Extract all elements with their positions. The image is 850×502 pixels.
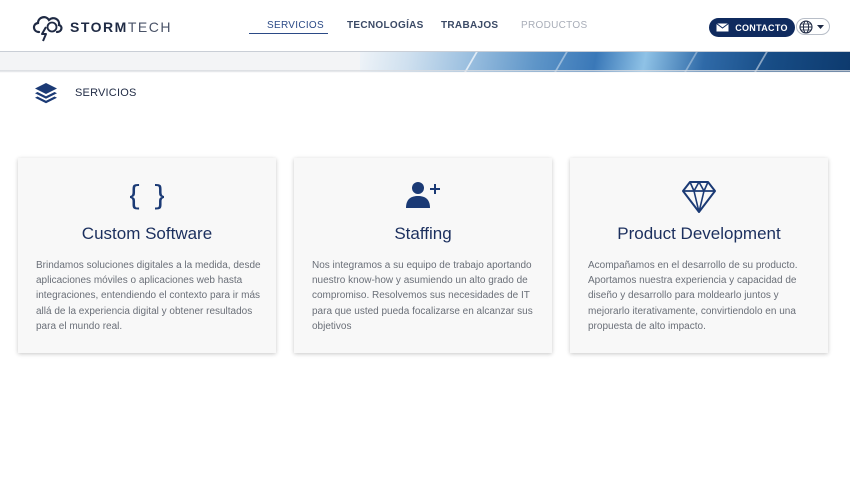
service-card-product-development: Product Development Acompañamos en el de… (570, 158, 828, 353)
nav-servicios[interactable]: SERVICIOS (267, 20, 324, 31)
svg-text:{ }: { } (130, 180, 164, 210)
card-title: Product Development (617, 224, 781, 243)
add-user-icon (406, 182, 440, 208)
card-title: Staffing (394, 224, 452, 243)
layers-icon (35, 83, 57, 104)
nav-productos[interactable]: PRODUCTOS (521, 20, 587, 31)
brand-name: STORMTECH (70, 19, 172, 35)
globe-icon (799, 19, 813, 34)
card-description: Acompañamos en el desarrollo de su produ… (588, 260, 798, 332)
service-card-custom-software: { } Custom Software Brindamos soluciones… (18, 158, 276, 353)
hero-banner-image (0, 52, 850, 72)
section-title: SERVICIOS (75, 87, 137, 99)
nav-trabajos[interactable]: TRABAJOS (441, 20, 498, 31)
brand-logo[interactable]: STORMTECH (30, 12, 172, 42)
curly-braces-icon: { } (130, 180, 164, 210)
section-heading: SERVICIOS (34, 82, 137, 104)
card-description: Brindamos soluciones digitales a la medi… (36, 260, 261, 332)
envelope-icon (716, 23, 730, 32)
active-nav-underline (249, 33, 328, 34)
contact-label: CONTACTO (735, 22, 788, 33)
nav-tecnologias[interactable]: TECNOLOGÍAS (347, 20, 424, 31)
top-navbar: STORMTECH SERVICIOS TECNOLOGÍAS TRABAJOS… (0, 0, 850, 52)
language-selector[interactable] (796, 18, 830, 35)
card-description: Nos integramos a su equipo de trabajo ap… (312, 260, 533, 332)
contact-button[interactable]: CONTACTO (709, 18, 795, 37)
service-card-staffing: Staffing Nos integramos a su equipo de t… (294, 158, 552, 353)
diamond-icon (682, 181, 716, 213)
caret-down-icon (817, 24, 824, 29)
card-title: Custom Software (81, 224, 213, 243)
storm-cloud-logo-icon (32, 16, 63, 42)
